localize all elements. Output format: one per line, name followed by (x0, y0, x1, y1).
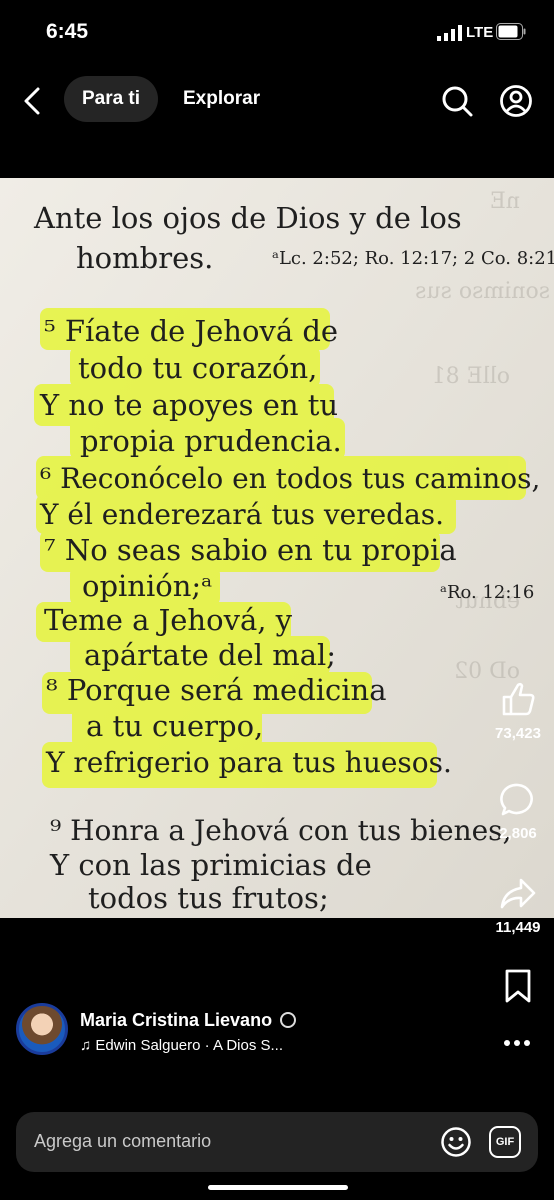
comment-action[interactable]: 2,806 (488, 782, 548, 842)
bible-page: nE sonimso sus ollE 81 ebnut oD 02 Ante … (0, 178, 554, 918)
share-arrow-icon[interactable] (499, 876, 537, 912)
svg-text:sonimso sus: sonimso sus (415, 279, 550, 304)
svg-text:nE: nE (490, 189, 520, 214)
share-count: 11,449 (495, 919, 541, 936)
tab-para-ti[interactable]: Para ti (64, 76, 158, 122)
verse-line: Y no te apoyes en tu (39, 388, 338, 422)
tab-explorar[interactable]: Explorar (183, 88, 260, 110)
music-note-icon: ♫ (80, 1037, 92, 1054)
verse-line: ⁷ No seas sabio en tu propia (44, 533, 457, 567)
comment-bar[interactable]: Agrega un comentario GIF (16, 1112, 538, 1172)
verse-ref: ᵃRo. 12:16 (440, 582, 534, 603)
like-action[interactable]: 73,423 (488, 680, 548, 742)
verse-line: a tu cuerpo, (86, 709, 263, 743)
verse-line: ⁸ Porque será medicina (46, 673, 387, 707)
battery-icon (496, 23, 526, 40)
emoji-icon[interactable] (440, 1126, 472, 1158)
author-row[interactable]: Maria Cristina Lievano ♫ Edwin Salguero … (16, 1003, 456, 1057)
verse-line: Y él enderezará tus veredas. (39, 498, 444, 531)
comment-count: 2,806 (499, 825, 537, 842)
bookmark-icon[interactable] (503, 968, 533, 1004)
verse-line: todos tus frutos; (88, 881, 329, 915)
home-indicator (208, 1185, 348, 1190)
search-icon[interactable] (440, 84, 474, 118)
profile-icon[interactable] (499, 84, 533, 118)
music-row[interactable]: ♫ Edwin Salguero · A Dios S... (80, 1037, 283, 1054)
status-time: 6:45 (46, 20, 89, 43)
verse-line: Y refrigerio para tus huesos. (45, 746, 452, 779)
thumbs-up-icon[interactable] (499, 680, 537, 718)
save-action[interactable] (488, 968, 548, 1009)
back-arrow-icon[interactable] (18, 86, 46, 116)
author-name-row[interactable]: Maria Cristina Lievano (80, 1010, 297, 1031)
signal-icon (437, 25, 462, 41)
verse-ref: ᵃLc. 2:52; Ro. 12:17; 2 Co. 8:21 (272, 248, 554, 269)
globe-icon (280, 1012, 297, 1028)
verse-line: ⁶ Reconócelo en todos tus caminos, (40, 462, 540, 495)
network-label: LTE (466, 24, 494, 41)
verse-line: todo tu corazón, (78, 351, 317, 385)
verse-line: propia prudencia. (80, 424, 342, 458)
avatar[interactable] (16, 1003, 68, 1055)
share-action[interactable]: 11,449 (488, 876, 548, 936)
like-count: 73,423 (495, 725, 541, 742)
verse-line: apártate del mal; (84, 638, 336, 672)
top-nav: Para ti Explorar (0, 70, 554, 130)
verse-line: ⁵ Fíate de Jehová de (44, 314, 338, 348)
verse-line: opinión;ᵃ (82, 569, 212, 603)
music-label[interactable]: Edwin Salguero · A Dios S... (95, 1037, 283, 1054)
verse-line: hombres. (76, 241, 213, 275)
comment-input[interactable]: Agrega un comentario (34, 1131, 211, 1152)
more-options-icon[interactable] (502, 1033, 532, 1053)
verse-line: Ante los ojos de Dios y de los (33, 201, 462, 235)
status-bar: 6:45 LTE (0, 0, 554, 66)
verse-line: Teme a Jehová, y (44, 603, 293, 637)
post-image[interactable]: nE sonimso sus ollE 81 ebnut oD 02 Ante … (0, 178, 554, 918)
author-name[interactable]: Maria Cristina Lievano (80, 1010, 272, 1030)
verse-line: ⁹ Honra a Jehová con tus bienes, (50, 814, 511, 847)
gif-button[interactable]: GIF (489, 1126, 521, 1158)
verse-line: Y con las primicias de (49, 848, 372, 882)
svg-text:ollE 81: ollE 81 (432, 364, 510, 389)
comment-bubble-icon[interactable] (500, 782, 536, 818)
